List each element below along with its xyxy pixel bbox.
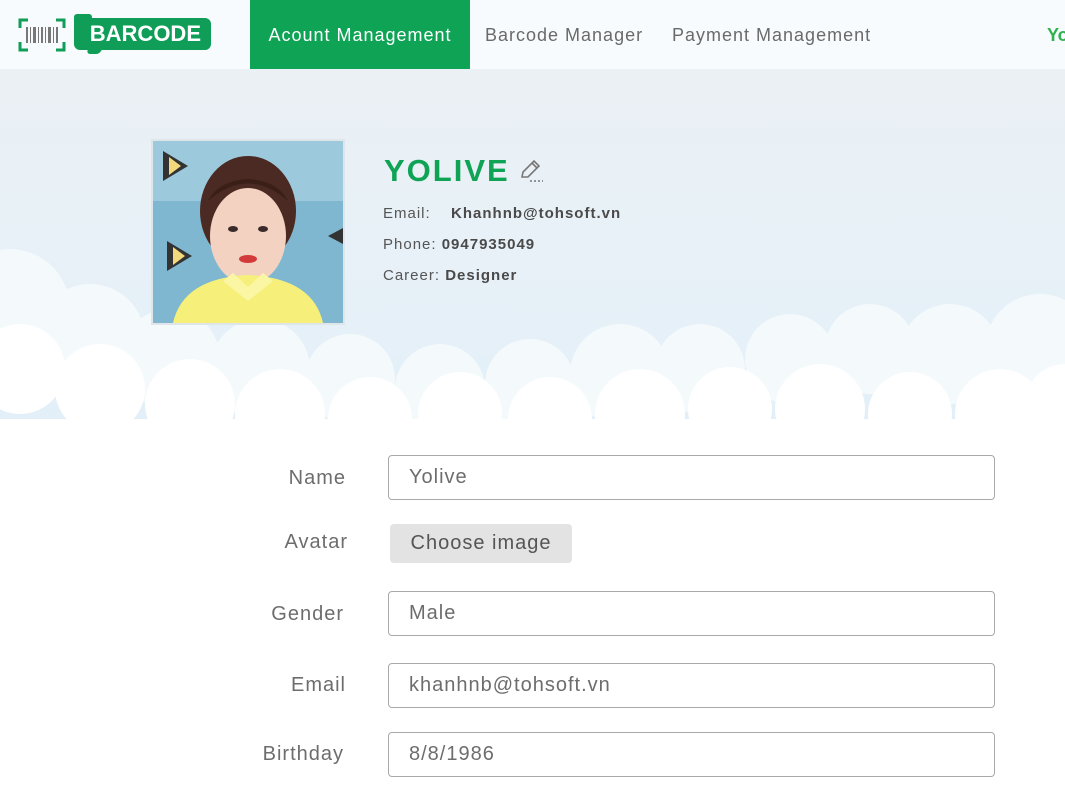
top-navbar: BARCODE Acount Management Barcode Manage…	[0, 0, 1065, 69]
profile-phone-value: 0947935049	[441, 236, 536, 253]
profile-email-row: Email: Khanhnb@tohsoft.vn	[383, 205, 621, 222]
choose-image-button[interactable]: Choose image	[390, 524, 572, 563]
pencil-icon[interactable]	[518, 157, 544, 183]
profile-hero: YOLIVE Email: Khanhnb@tohsoft.vn Phone: …	[0, 69, 1065, 449]
profile-email-label: Email:	[383, 205, 431, 222]
birthday-input[interactable]	[388, 732, 995, 777]
gender-input[interactable]	[388, 591, 995, 636]
nav-barcode-manager[interactable]: Barcode Manager	[485, 0, 643, 69]
email-input[interactable]	[388, 663, 995, 708]
avatar-photo	[153, 141, 343, 323]
profile-phone-row: Phone: 0947935049	[383, 236, 535, 253]
email-label: Email	[290, 674, 346, 696]
profile-career-value: Designer	[445, 267, 518, 284]
barcode-logo[interactable]: BARCODE	[18, 14, 213, 56]
profile-avatar	[151, 139, 345, 325]
nav-user-menu[interactable]: Yo	[1047, 0, 1065, 69]
profile-name: YOLIVE	[384, 153, 510, 188]
name-input[interactable]	[388, 455, 995, 500]
barcode-scan-icon	[18, 18, 66, 52]
name-label: Name	[288, 467, 346, 489]
gender-label: Gender	[271, 603, 344, 625]
profile-phone-label: Phone:	[383, 236, 437, 253]
logo-text: BARCODE	[74, 18, 211, 50]
profile-career-row: Career: Designer	[383, 267, 517, 284]
birthday-label: Birthday	[262, 743, 344, 765]
nav-payment-management[interactable]: Payment Management	[672, 0, 871, 69]
profile-email-value: Khanhnb@tohsoft.vn	[451, 205, 622, 222]
profile-career-label: Career:	[383, 267, 441, 284]
nav-account-management[interactable]: Acount Management	[250, 0, 470, 69]
avatar-label: Avatar	[284, 531, 348, 553]
